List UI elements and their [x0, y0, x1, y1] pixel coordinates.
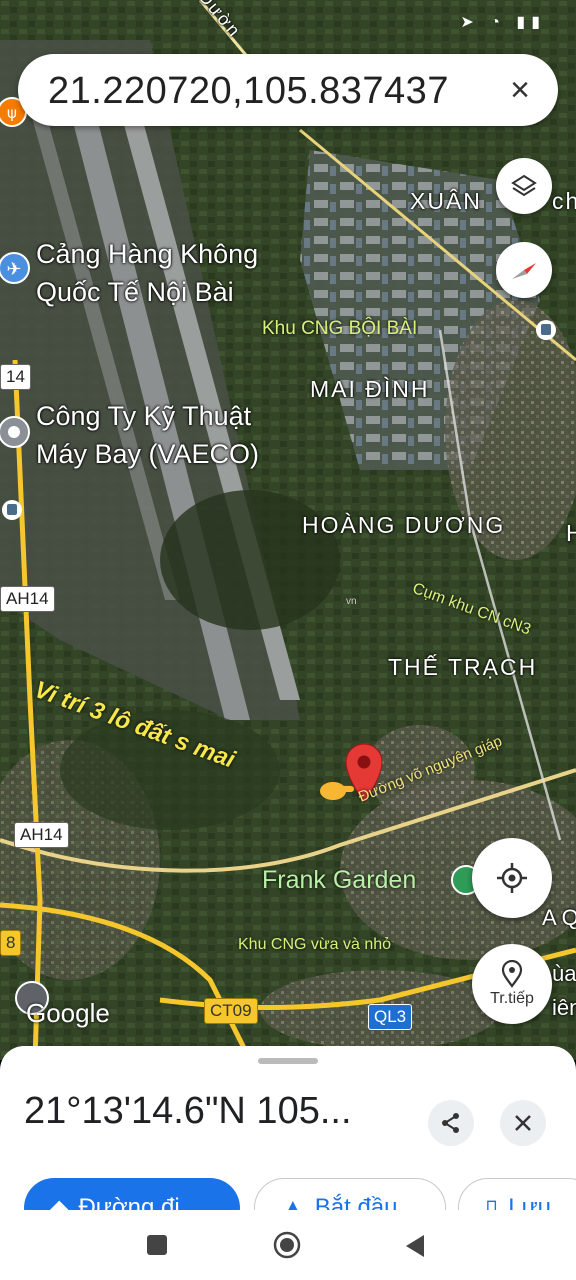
road-shield-14: 14 — [0, 364, 31, 390]
small-zone-label: Khu CNG vừa và nhỏ — [238, 936, 392, 953]
directions-pin-icon — [501, 960, 523, 988]
status-icons: ➤ ◔ ▮▮ — [460, 14, 546, 31]
airport-poi-icon: ✈ — [0, 252, 30, 284]
vaeco-poi-icon — [0, 416, 30, 448]
road-shield-ah14-mid: AH14 — [14, 822, 69, 848]
compass-button[interactable] — [496, 242, 552, 298]
home-icon — [273, 1231, 301, 1259]
area-label-h-trail: H — [566, 520, 576, 547]
recents-icon — [147, 1235, 167, 1255]
clear-search-button[interactable]: × — [500, 70, 540, 110]
vaeco-label-line2[interactable]: Máy Bay (VAECO) — [36, 436, 259, 472]
industrial-zone-label: Khu CNG BỘI BÀI — [262, 318, 418, 339]
sheet-drag-handle[interactable] — [258, 1058, 318, 1064]
my-location-icon — [497, 863, 527, 893]
area-label-mai-dinh: MAI ĐÌNH — [310, 376, 430, 402]
svg-text:ψ: ψ — [7, 104, 17, 122]
my-location-button[interactable] — [472, 838, 552, 918]
place-bottom-sheet[interactable]: 21°13'14.6"N 105... ◆ Đường đi ▲ Bắt đầu… — [0, 1046, 576, 1238]
system-navigation-bar — [0, 1210, 576, 1280]
area-label-xuan-trail: ch — [552, 188, 576, 214]
compass-icon — [512, 263, 536, 279]
area-label-xuan: XUÂN — [410, 188, 482, 214]
close-sheet-button[interactable] — [500, 1100, 546, 1146]
share-icon — [442, 1113, 459, 1133]
home-button[interactable] — [272, 1230, 302, 1265]
bus-stop-right-icon — [536, 320, 556, 340]
status-bar: ➤ ◔ ▮▮ — [0, 0, 576, 40]
road-shield-ct09: CT09 — [204, 998, 258, 1024]
place-coordinates: 21°13'14.6"N 105... — [24, 1090, 352, 1132]
area-label-a-qu: A Qu — [542, 905, 576, 930]
area-label-ua: ùa — [552, 961, 576, 986]
road-shield-ah14-top: AH14 — [0, 586, 55, 612]
svg-text:✈: ✈ — [6, 259, 21, 280]
road-shield-ql3: QL3 — [368, 1004, 413, 1030]
road-shield-8: 8 — [0, 930, 22, 956]
search-query[interactable]: 21.220720,105.837437 — [48, 70, 449, 113]
back-button[interactable] — [404, 1234, 426, 1263]
layers-icon — [511, 174, 537, 197]
area-label-hoang-duong: HOÀNG DƯƠNG — [302, 512, 506, 538]
layers-button[interactable] — [496, 158, 552, 214]
google-logo: Google — [26, 998, 110, 1028]
close-icon — [515, 1115, 531, 1131]
airport-label-line2[interactable]: Quốc Tế Nội Bài — [36, 274, 234, 310]
directions-start-button[interactable]: Tr.tiếp — [472, 944, 552, 1024]
vn-mark: vn — [346, 596, 357, 607]
area-label-the-trach: THẾ TRẠCH — [388, 654, 538, 680]
bus-stop-icon — [2, 500, 22, 520]
directions-start-label: Tr.tiếp — [490, 990, 534, 1007]
poi-label-frank-garden[interactable]: Frank Garden — [262, 866, 416, 895]
vaeco-label-line1[interactable]: Công Ty Kỹ Thuật — [36, 398, 251, 434]
share-button[interactable] — [428, 1100, 474, 1146]
satellite-map[interactable]: ✈ ψ ➤ ◔ ▮▮ Đườn Cảng Hàng Không Quốc Tế … — [0, 0, 576, 1060]
back-icon — [406, 1235, 424, 1257]
recents-button[interactable] — [146, 1234, 168, 1261]
area-label-hen: iên — [552, 995, 576, 1020]
search-bar[interactable]: 21.220720,105.837437 × — [18, 54, 558, 126]
airport-label-line1[interactable]: Cảng Hàng Không — [36, 236, 258, 272]
